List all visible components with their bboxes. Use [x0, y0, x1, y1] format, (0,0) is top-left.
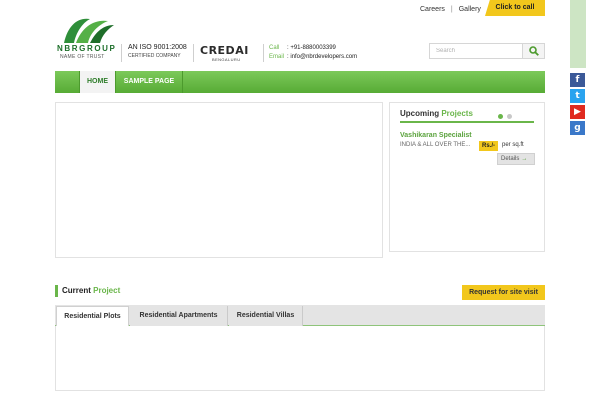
search-box: [429, 43, 545, 59]
project-tabs: Residential Plots Residential Apartments…: [55, 305, 545, 326]
credai-logo: CREDAI: [200, 44, 249, 57]
section-accent-bar: [55, 285, 58, 297]
careers-link[interactable]: Careers: [420, 6, 445, 13]
price-unit: per sq.ft: [502, 142, 524, 148]
credai-city: BENGALURU: [212, 57, 241, 62]
tab-content-panel: [55, 326, 545, 391]
header-divider: [121, 44, 122, 62]
title-underline: [400, 121, 534, 123]
email-row: Email: info@nbrdevelopers.com: [269, 53, 357, 62]
title-green: Project: [93, 286, 121, 295]
top-links: Careers | Gallery: [420, 6, 481, 13]
logo-name: NBRGROUP: [57, 44, 117, 53]
email-label: Email: [269, 54, 285, 60]
arrow-right-icon: →: [521, 156, 528, 162]
title-green: Projects: [441, 109, 473, 118]
slider-dot-active[interactable]: [498, 114, 503, 119]
twitter-icon[interactable]: t: [570, 89, 585, 103]
main-nav: HOME SAMPLE PAGE: [55, 71, 545, 93]
header-divider: [263, 44, 264, 62]
title-plain: Current: [62, 286, 91, 295]
upcoming-projects-title: Upcoming Projects: [400, 109, 473, 118]
nav-item-home[interactable]: HOME: [79, 71, 116, 93]
iso-subtext: CERTIFIED COMPANY: [128, 53, 181, 59]
side-strip: [570, 0, 586, 68]
contact-info: Call : +91-8880003399 Email: info@nbrdeve…: [269, 44, 357, 62]
google-plus-icon[interactable]: g: [570, 121, 585, 135]
details-button[interactable]: Details →: [497, 153, 535, 165]
email-value[interactable]: : info@nbrdevelopers.com: [287, 54, 357, 60]
details-label: Details: [501, 156, 520, 162]
gallery-link[interactable]: Gallery: [459, 6, 481, 13]
youtube-icon[interactable]: ▶: [570, 105, 585, 119]
current-project-title: Current Project: [62, 286, 120, 295]
project-location: INDIA & ALL OVER THE...: [400, 142, 471, 148]
call-label: Call: [269, 45, 280, 51]
project-name-link[interactable]: Vashikaran Specialist: [400, 132, 472, 139]
click-to-call-button[interactable]: Click to call: [485, 0, 545, 16]
facebook-icon[interactable]: f: [570, 73, 585, 87]
price-badge: Rs./-: [479, 141, 499, 151]
call-row: Call : +91-8880003399: [269, 44, 357, 53]
call-value[interactable]: : +91-8880003399: [287, 45, 336, 51]
tab-residential-plots[interactable]: Residential Plots: [56, 306, 129, 326]
search-input[interactable]: [430, 44, 522, 58]
title-plain: Upcoming: [400, 109, 440, 118]
logo-tagline: NAME OF TRUST: [60, 54, 105, 60]
search-icon: [528, 46, 539, 56]
header-divider: [193, 44, 194, 62]
banner-slider: [55, 102, 383, 258]
iso-text: AN ISO 9001:2008: [128, 44, 187, 51]
upcoming-projects-panel: Upcoming Projects Vashikaran Specialist …: [389, 102, 545, 252]
tab-residential-villas[interactable]: Residential Villas: [229, 306, 303, 326]
nav-item-sample-page[interactable]: SAMPLE PAGE: [116, 71, 183, 93]
nbr-logo-icon[interactable]: [60, 15, 116, 45]
tab-residential-apartments[interactable]: Residential Apartments: [130, 306, 228, 326]
search-button[interactable]: [522, 44, 544, 58]
top-links-separator: |: [450, 6, 453, 13]
request-site-visit-button[interactable]: Request for site visit: [462, 285, 545, 300]
slider-dot[interactable]: [507, 114, 512, 119]
